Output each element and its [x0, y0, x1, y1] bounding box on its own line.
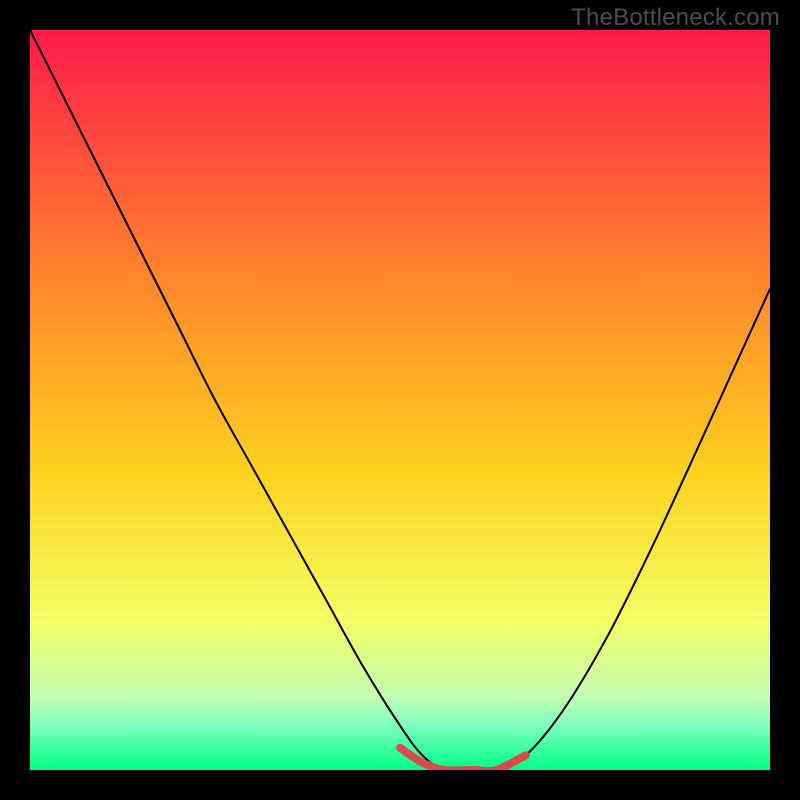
chart-frame: TheBottleneck.com [0, 0, 800, 800]
watermark-text: TheBottleneck.com [571, 4, 780, 32]
plot-background [30, 30, 770, 770]
chart [30, 30, 770, 770]
